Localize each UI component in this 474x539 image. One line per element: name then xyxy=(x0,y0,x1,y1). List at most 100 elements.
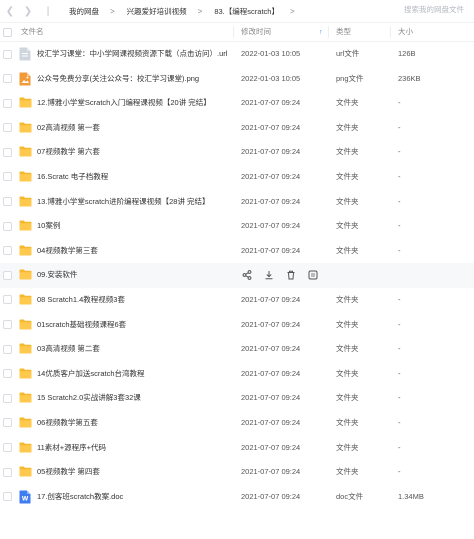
forward-arrow-icon[interactable]: ❯ xyxy=(21,4,35,18)
file-name[interactable]: 07视频教学 第六套 xyxy=(37,140,100,165)
file-size: - xyxy=(398,196,401,206)
more-icon[interactable] xyxy=(307,269,319,281)
modified-time: 2021-07-07 09:24 xyxy=(241,294,301,304)
file-name[interactable]: 12.博雅小学堂Scratch入门编程课视频【20讲 完结】 xyxy=(37,91,211,116)
row-checkbox[interactable] xyxy=(3,467,12,477)
table-row[interactable]: 12.博雅小学堂Scratch入门编程课视频【20讲 完结】 2021-07-07… xyxy=(0,91,474,116)
folder-icon xyxy=(19,391,32,405)
file-name[interactable]: 14优质客户加送scratch台湾教程 xyxy=(37,362,145,387)
sort-arrow-up-icon[interactable]: ↑ xyxy=(319,29,323,36)
row-checkbox[interactable] xyxy=(3,270,12,280)
table-row[interactable]: 02高清视频 第一套 2021-07-07 09:24 文件夹 - xyxy=(0,116,474,141)
file-size: - xyxy=(398,368,401,378)
breadcrumb-item-root[interactable]: 我的网盘 xyxy=(69,6,99,17)
table-row[interactable]: 06视频教学第五套 2021-07-07 09:24 文件夹 - xyxy=(0,411,474,436)
share-icon[interactable] xyxy=(241,269,253,281)
folder-icon xyxy=(19,342,32,356)
table-row[interactable]: 03高清视频 第二套 2021-07-07 09:24 文件夹 - xyxy=(0,337,474,362)
table-row[interactable]: 04视频教学第三套 2021-07-07 09:24 文件夹 - xyxy=(0,239,474,264)
chevron-right-icon: > xyxy=(110,6,115,16)
table-row[interactable]: 05视频教学 第四套 2021-07-07 09:24 文件夹 - xyxy=(0,460,474,485)
row-checkbox[interactable] xyxy=(3,98,12,108)
file-name[interactable]: 01scratch基础视频课程6套 xyxy=(37,313,126,338)
table-row[interactable]: 09.安装软件 xyxy=(0,263,474,288)
modified-time: 2021-07-07 09:24 xyxy=(241,319,301,329)
file-list-header: 文件名 修改时间 ↑ 类型 大小 xyxy=(0,22,474,42)
modified-time: 2022-01-03 10:05 xyxy=(241,49,301,58)
row-actions xyxy=(241,269,319,281)
row-checkbox[interactable] xyxy=(3,344,12,354)
table-row[interactable]: 16.Scratc 电子档教程 2021-07-07 09:24 文件夹 - xyxy=(0,165,474,190)
table-row[interactable]: 07视频教学 第六套 2021-07-07 09:24 文件夹 - xyxy=(0,140,474,165)
delete-icon[interactable] xyxy=(285,269,297,281)
folder-icon xyxy=(19,96,32,110)
file-name[interactable]: 09.安装软件 xyxy=(37,263,77,288)
column-header-name[interactable]: 文件名 xyxy=(21,23,44,41)
file-list: 校汇学习课堂：中小学网课视频资源下载（点击访问）.url 2022-01-03 1… xyxy=(0,42,474,509)
file-name[interactable]: 15 Scratch2.0实战讲解3套32课 xyxy=(37,386,141,411)
file-name[interactable]: 08 Scratch1.4教程视频3套 xyxy=(37,288,125,313)
column-header-type[interactable]: 类型 xyxy=(336,23,351,41)
table-row[interactable]: W 17.创客班scratch教案.doc 2021-07-07 09:24 doc文… xyxy=(0,485,474,510)
table-row[interactable]: 01scratch基础视频课程6套 2021-07-07 09:24 文件夹 - xyxy=(0,313,474,338)
file-size: - xyxy=(398,221,401,231)
file-name[interactable]: 17.创客班scratch教案.doc xyxy=(37,485,123,510)
row-checkbox[interactable] xyxy=(3,123,12,133)
row-checkbox[interactable] xyxy=(3,74,12,84)
column-header-time[interactable]: 修改时间 xyxy=(241,23,271,41)
download-icon[interactable] xyxy=(263,269,275,281)
modified-time: 2021-07-07 09:24 xyxy=(241,221,301,231)
table-row[interactable]: 校汇学习课堂：中小学网课视频资源下载（点击访问）.url 2022-01-03 1… xyxy=(0,42,474,67)
row-checkbox[interactable] xyxy=(3,443,12,452)
table-row[interactable]: 13.博雅小学堂scratch进阶编程课视频【28讲 完结】 2021-07-07… xyxy=(0,190,474,215)
table-row[interactable]: 公众号免费分享(关注公众号：校汇学习课堂).png 2022-01-03 10:0… xyxy=(0,67,474,92)
file-name[interactable]: 04视频教学第三套 xyxy=(37,239,98,264)
file-name[interactable]: 05视频教学 第四套 xyxy=(37,460,100,485)
file-size: - xyxy=(398,442,401,452)
row-checkbox[interactable] xyxy=(3,320,12,330)
file-name[interactable]: 06视频教学第五套 xyxy=(37,411,98,436)
row-checkbox[interactable] xyxy=(3,295,12,305)
file-size: - xyxy=(398,344,401,354)
table-row[interactable]: 10案例 2021-07-07 09:24 文件夹 - xyxy=(0,214,474,239)
row-checkbox[interactable] xyxy=(3,246,12,256)
table-row[interactable]: 11素材+源程序+代码 2021-07-07 09:24 文件夹 - xyxy=(0,436,474,461)
table-row[interactable]: 14优质客户加送scratch台湾教程 2021-07-07 09:24 文件夹 - xyxy=(0,362,474,387)
file-name[interactable]: 11素材+源程序+代码 xyxy=(37,436,106,461)
breadcrumb-item-parent[interactable]: 兴趣爱好培训视频 xyxy=(127,6,187,17)
row-checkbox[interactable] xyxy=(3,492,12,502)
column-divider xyxy=(328,26,329,38)
table-row[interactable]: 15 Scratch2.0实战讲解3套32课 2021-07-07 09:24 文件… xyxy=(0,386,474,411)
row-checkbox[interactable] xyxy=(3,49,12,59)
breadcrumb-item-current[interactable]: 83.【编程scratch】 xyxy=(214,6,279,17)
row-checkbox[interactable] xyxy=(3,221,12,231)
folder-icon xyxy=(19,367,32,381)
back-arrow-icon[interactable]: ❮ xyxy=(3,4,17,18)
row-checkbox[interactable] xyxy=(3,393,12,403)
modified-time: 2021-07-07 09:24 xyxy=(241,491,301,501)
file-name[interactable]: 02高清视频 第一套 xyxy=(37,116,100,141)
modified-time: 2021-07-07 09:24 xyxy=(241,344,301,354)
search-input[interactable] xyxy=(394,5,464,14)
column-header-size[interactable]: 大小 xyxy=(398,23,413,41)
file-name[interactable]: 公众号免费分享(关注公众号：校汇学习课堂).png xyxy=(37,67,199,92)
row-checkbox[interactable] xyxy=(3,172,12,182)
row-checkbox[interactable] xyxy=(3,418,12,428)
row-checkbox[interactable] xyxy=(3,369,12,379)
table-row[interactable]: 08 Scratch1.4教程视频3套 2021-07-07 09:24 文件夹 - xyxy=(0,288,474,313)
file-name[interactable]: 13.博雅小学堂scratch进阶编程课视频【28讲 完结】 xyxy=(37,190,210,215)
file-name[interactable]: 03高清视频 第二套 xyxy=(37,337,100,362)
row-checkbox[interactable] xyxy=(3,147,12,157)
file-type: 文件夹 xyxy=(336,196,359,206)
modified-time: 2021-07-07 09:24 xyxy=(241,122,301,132)
folder-icon xyxy=(19,268,32,282)
file-type: url文件 xyxy=(336,49,360,58)
file-name[interactable]: 10案例 xyxy=(37,214,60,239)
file-name[interactable]: 校汇学习课堂：中小学网课视频资源下载（点击访问）.url xyxy=(37,42,227,67)
select-all-checkbox[interactable] xyxy=(3,28,12,37)
file-type: 文件夹 xyxy=(336,467,359,477)
file-type: 文件夹 xyxy=(336,442,359,452)
up-level-icon[interactable]: | xyxy=(41,4,55,18)
row-checkbox[interactable] xyxy=(3,197,12,207)
file-name[interactable]: 16.Scratc 电子档教程 xyxy=(37,165,108,190)
